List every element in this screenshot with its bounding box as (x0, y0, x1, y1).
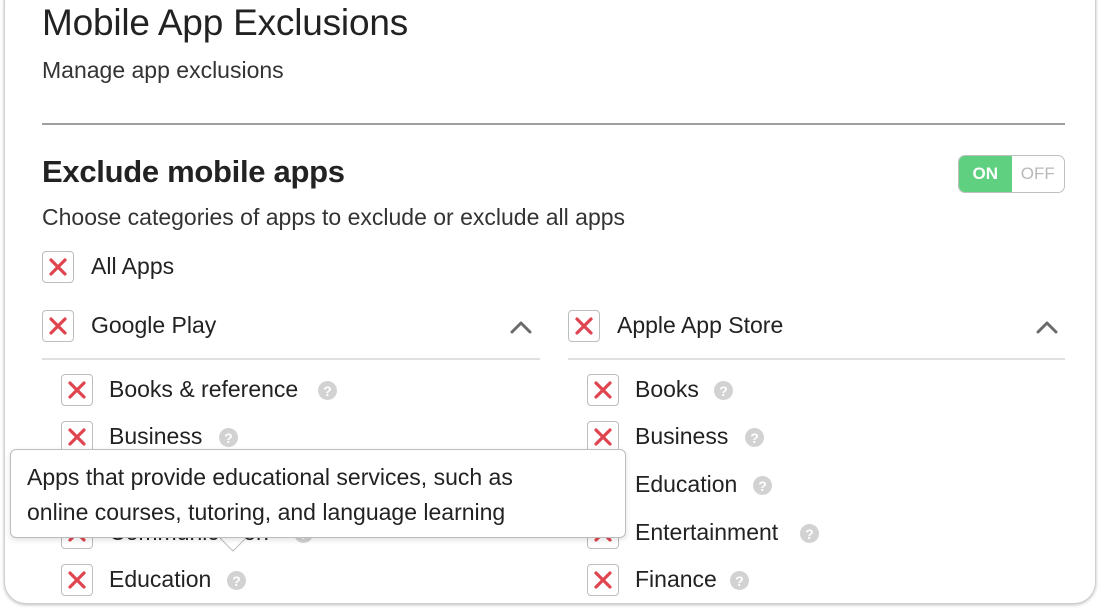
exclude-apps-toggle[interactable]: ON OFF (958, 155, 1065, 193)
exclude-x-icon (49, 317, 67, 335)
gp-item-label: Business (109, 423, 203, 449)
google-play-divider (42, 358, 540, 360)
tooltip-line-2: online courses, tutoring, and language l… (27, 499, 506, 525)
exclude-x-icon (49, 258, 67, 276)
gp-item-checkbox[interactable] (61, 374, 93, 406)
exclude-x-icon (68, 381, 86, 399)
apple-item-label: Books (635, 376, 699, 402)
exclude-x-icon (594, 381, 612, 399)
help-icon[interactable]: ? (714, 381, 733, 400)
header-divider (42, 123, 1065, 125)
google-play-checkbox[interactable] (42, 310, 74, 342)
exclude-x-icon (594, 571, 612, 589)
help-icon[interactable]: ? (800, 524, 819, 543)
exclude-x-icon (68, 428, 86, 446)
chevron-up-icon[interactable] (508, 318, 534, 336)
help-icon[interactable]: ? (730, 571, 749, 590)
page-subtitle: Manage app exclusions (42, 57, 284, 83)
gp-item-label: Books & reference (109, 376, 299, 402)
apple-store-label: Apple App Store (617, 312, 784, 338)
apple-item-label: Education (635, 471, 738, 497)
help-icon[interactable]: ? (753, 476, 772, 495)
toggle-off-option[interactable]: OFF (1012, 156, 1065, 192)
help-icon[interactable]: ? (318, 381, 337, 400)
apple-store-checkbox[interactable] (568, 310, 600, 342)
tooltip-line-1: Apps that provide educational services, … (27, 464, 513, 490)
exclude-x-icon (68, 571, 86, 589)
exclude-x-icon (594, 428, 612, 446)
page-title: Mobile App Exclusions (42, 2, 408, 43)
apple-item-label: Entertainment (635, 519, 779, 545)
chevron-up-icon[interactable] (1034, 318, 1060, 336)
all-apps-label: All Apps (91, 253, 175, 279)
apple-item-label: Finance (635, 566, 717, 592)
help-icon[interactable]: ? (219, 428, 238, 447)
category-tooltip: Apps that provide educational services, … (10, 449, 626, 538)
apple-store-divider (568, 358, 1065, 360)
all-apps-checkbox[interactable] (42, 251, 74, 283)
section-title: Exclude mobile apps (42, 154, 345, 189)
apple-item-label: Business (635, 423, 729, 449)
apple-item-checkbox[interactable] (587, 564, 619, 596)
help-icon[interactable]: ? (745, 428, 764, 447)
google-play-label: Google Play (91, 312, 217, 338)
toggle-on-option[interactable]: ON (959, 156, 1012, 192)
apple-item-checkbox[interactable] (587, 374, 619, 406)
gp-item-label: Education (109, 566, 212, 592)
exclude-x-icon (575, 317, 593, 335)
gp-item-checkbox[interactable] (61, 564, 93, 596)
section-description: Choose categories of apps to exclude or … (42, 204, 626, 230)
help-icon[interactable]: ? (227, 571, 246, 590)
